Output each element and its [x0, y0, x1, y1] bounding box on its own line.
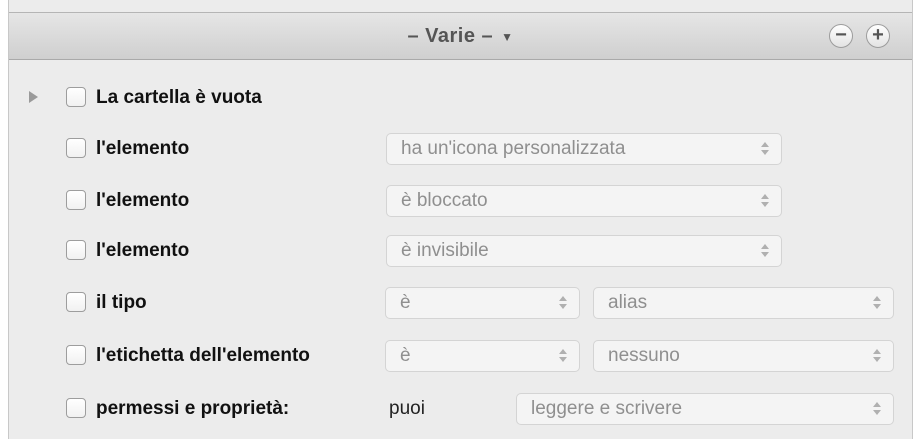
operator-select[interactable]: è: [385, 340, 580, 372]
row-label: il tipo: [96, 292, 147, 313]
criteria-row-locked: l'elemento è bloccato: [9, 185, 912, 217]
empty-folder-checkbox[interactable]: [66, 87, 86, 107]
type-value-select[interactable]: alias: [593, 287, 894, 319]
permissions-prefix: puoi: [389, 398, 425, 419]
up-down-arrows-icon: [761, 142, 769, 156]
row-label: l'etichetta dell'elemento: [96, 345, 310, 366]
category-popup[interactable]: – Varie – ▼: [9, 13, 912, 59]
criteria-panel: – Varie – ▼ − + La cartella è vuota l'ele…: [8, 0, 913, 439]
custom-icon-checkbox[interactable]: [66, 138, 86, 158]
row-label: permessi e proprietà:: [96, 398, 290, 419]
category-header: – Varie – ▼ − +: [9, 12, 912, 60]
select-value: è: [400, 345, 411, 366]
criteria-row-empty-folder: La cartella è vuota: [9, 82, 912, 114]
select-value: è bloccato: [401, 190, 488, 211]
operator-select[interactable]: è: [385, 287, 580, 319]
select-value: alias: [608, 292, 648, 313]
condition-select[interactable]: è invisibile: [386, 235, 782, 267]
up-down-arrows-icon: [559, 296, 567, 310]
permissions-select[interactable]: leggere e scrivere: [516, 393, 894, 425]
criteria-row-permissions: permessi e proprietà: puoi leggere e scr…: [9, 393, 912, 425]
row-label: l'elemento: [96, 138, 190, 159]
type-checkbox[interactable]: [66, 292, 86, 312]
select-value: nessuno: [608, 345, 680, 366]
criteria-row-custom-icon: l'elemento ha un'icona personalizzata: [9, 133, 912, 165]
row-label: La cartella è vuota: [96, 87, 262, 108]
select-value: ha un'icona personalizzata: [401, 138, 626, 159]
label-value-select[interactable]: nessuno: [593, 340, 894, 372]
condition-select[interactable]: ha un'icona personalizzata: [386, 133, 782, 165]
invisible-checkbox[interactable]: [66, 240, 86, 260]
up-down-arrows-icon: [761, 244, 769, 258]
row-label: l'elemento: [96, 190, 190, 211]
category-title: – Varie –: [407, 25, 494, 47]
chevron-down-icon: ▼: [501, 29, 514, 44]
select-value: è: [400, 292, 411, 313]
up-down-arrows-icon: [873, 296, 881, 310]
up-down-arrows-icon: [761, 194, 769, 208]
criteria-row-label-tag: l'etichetta dell'elemento è nessuno: [9, 340, 912, 372]
remove-button[interactable]: −: [829, 24, 853, 48]
criteria-row-invisible: l'elemento è invisibile: [9, 235, 912, 267]
criteria-row-type: il tipo è alias: [9, 287, 912, 319]
row-label: l'elemento: [96, 240, 190, 261]
add-button[interactable]: +: [866, 24, 890, 48]
label-tag-checkbox[interactable]: [66, 345, 86, 365]
disclosure-triangle-icon[interactable]: [29, 91, 38, 103]
condition-select[interactable]: è bloccato: [386, 185, 782, 217]
up-down-arrows-icon: [559, 349, 567, 363]
permissions-checkbox[interactable]: [66, 398, 86, 418]
select-value: è invisibile: [401, 240, 489, 261]
locked-checkbox[interactable]: [66, 190, 86, 210]
select-value: leggere e scrivere: [531, 398, 683, 419]
up-down-arrows-icon: [873, 402, 881, 416]
up-down-arrows-icon: [873, 349, 881, 363]
